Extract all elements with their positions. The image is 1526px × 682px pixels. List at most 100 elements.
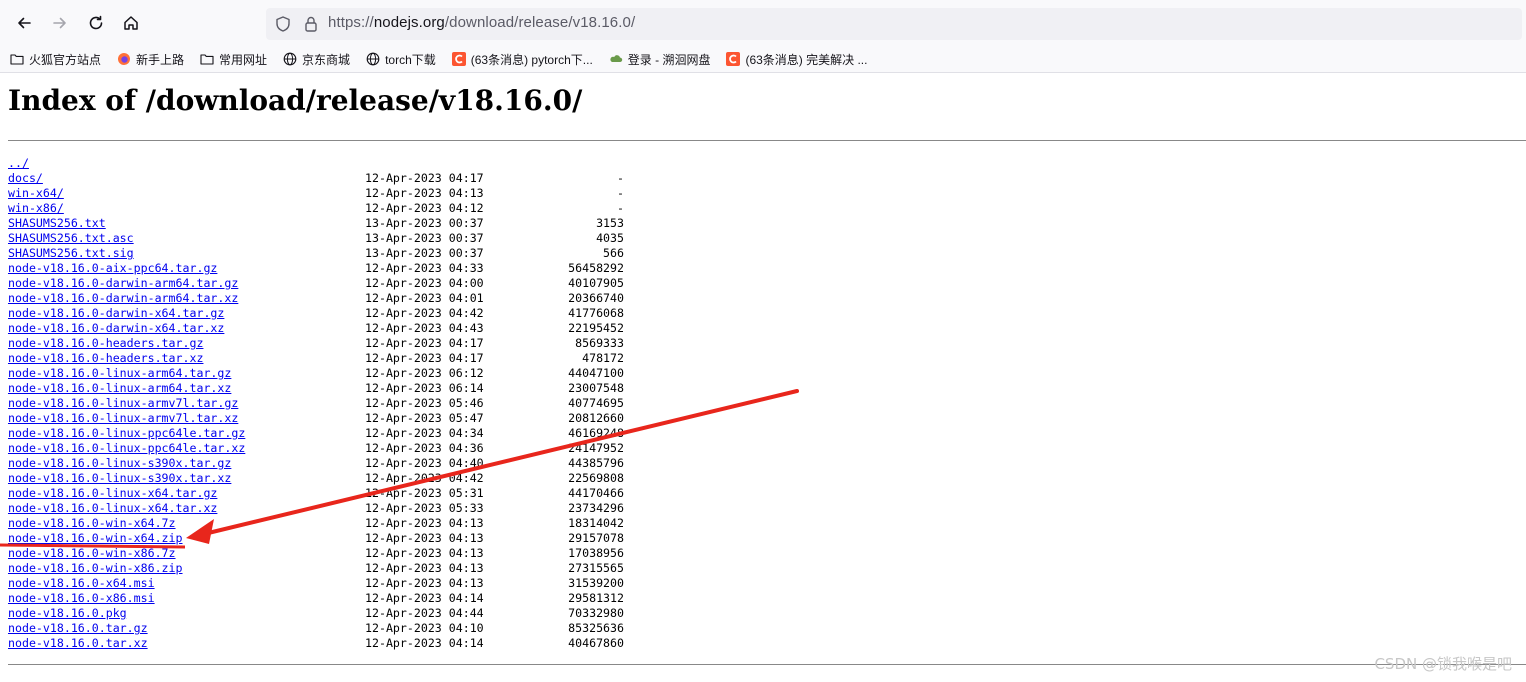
file-link[interactable]: docs/ <box>8 171 43 186</box>
bookmark-label: 火狐官方站点 <box>29 52 102 67</box>
file-link[interactable]: node-v18.16.0-darwin-x64.tar.xz <box>8 321 224 336</box>
file-size: 40107905 <box>568 276 624 290</box>
page-title: Index of /download/release/v18.16.0/ <box>8 84 583 117</box>
bookmark-item[interactable]: 京东商城 <box>273 48 356 70</box>
file-link[interactable]: node-v18.16.0-linux-s390x.tar.gz <box>8 456 231 471</box>
file-link[interactable]: SHASUMS256.txt <box>8 216 106 231</box>
file-link[interactable]: node-v18.16.0.pkg <box>8 606 127 621</box>
folder-icon <box>200 52 214 66</box>
file-size: 8569333 <box>575 336 624 350</box>
file-date: 12-Apr-2023 05:46 <box>365 396 484 410</box>
file-link[interactable]: node-v18.16.0-linux-arm64.tar.xz <box>8 381 231 396</box>
file-date: 12-Apr-2023 04:17 <box>365 171 484 185</box>
file-link[interactable]: node-v18.16.0-win-x86.zip <box>8 561 183 576</box>
file-link[interactable]: node-v18.16.0-linux-armv7l.tar.xz <box>8 411 238 426</box>
folder-icon <box>10 52 24 66</box>
csdn-icon <box>726 52 741 66</box>
shield-icon[interactable] <box>274 15 292 33</box>
file-date: 12-Apr-2023 04:10 <box>365 621 484 635</box>
file-date: 12-Apr-2023 04:40 <box>365 456 484 470</box>
file-size: 23007548 <box>568 381 624 395</box>
bookmark-item[interactable]: 火狐官方站点 <box>0 48 107 70</box>
file-link[interactable]: node-v18.16.0-win-x64.zip <box>8 531 183 546</box>
file-date: 12-Apr-2023 04:13 <box>365 561 484 575</box>
file-link[interactable]: node-v18.16.0-aix-ppc64.tar.gz <box>8 261 217 276</box>
file-link[interactable]: node-v18.16.0-x64.msi <box>8 576 155 591</box>
bookmark-label: 新手上路 <box>136 52 185 67</box>
file-date: 12-Apr-2023 04:12 <box>365 201 484 215</box>
bookmark-item[interactable]: torch下载 <box>356 48 442 70</box>
file-link[interactable]: win-x64/ <box>8 186 64 201</box>
file-size: 46169248 <box>568 426 624 440</box>
url-text[interactable]: https://nodejs.org/download/release/v18.… <box>328 14 635 31</box>
bookmark-label: torch下载 <box>385 52 436 67</box>
file-date: 12-Apr-2023 04:13 <box>365 576 484 590</box>
file-link[interactable]: SHASUMS256.txt.asc <box>8 231 134 246</box>
bookmark-label: 京东商城 <box>302 52 351 67</box>
home-button[interactable] <box>117 9 145 37</box>
file-size: 56458292 <box>568 261 624 275</box>
file-link[interactable]: node-v18.16.0-darwin-x64.tar.gz <box>8 306 224 321</box>
file-link[interactable]: node-v18.16.0.tar.gz <box>8 621 148 636</box>
arrow-right-icon <box>53 17 66 29</box>
file-link[interactable]: node-v18.16.0-linux-ppc64le.tar.gz <box>8 426 245 441</box>
file-link[interactable]: node-v18.16.0-linux-ppc64le.tar.xz <box>8 441 245 456</box>
file-date: 12-Apr-2023 05:31 <box>365 486 484 500</box>
file-link[interactable]: node-v18.16.0-linux-arm64.tar.gz <box>8 366 231 381</box>
file-size: 40467860 <box>568 636 624 650</box>
file-date: 12-Apr-2023 04:13 <box>365 516 484 530</box>
bookmark-item[interactable]: (63条消息) pytorch下... <box>442 48 599 70</box>
csdn-icon <box>451 52 466 66</box>
annotation-arrow-line <box>198 389 799 537</box>
file-link[interactable]: node-v18.16.0-win-x86.7z <box>8 546 176 561</box>
file-link[interactable]: node-v18.16.0-linux-x64.tar.xz <box>8 501 217 516</box>
file-date: 12-Apr-2023 04:13 <box>365 546 484 560</box>
file-size: 44170466 <box>568 486 624 500</box>
reload-button[interactable] <box>82 9 110 37</box>
file-link[interactable]: node-v18.16.0-linux-armv7l.tar.gz <box>8 396 238 411</box>
bookmarks-bar: 火狐官方站点 新手上路 常用网址 京东商城 torch下载 (63条消息) pytorch… <box>0 46 1526 73</box>
file-date: 12-Apr-2023 04:33 <box>365 261 484 275</box>
bookmark-item[interactable]: 登录 - 溯洄网盘 <box>599 48 717 70</box>
file-link[interactable]: node-v18.16.0-darwin-arm64.tar.gz <box>8 276 238 291</box>
forward-button[interactable] <box>46 9 74 37</box>
file-date: 12-Apr-2023 04:17 <box>365 351 484 365</box>
bookmark-label: 登录 - 溯洄网盘 <box>627 52 711 67</box>
divider-top <box>8 140 1526 141</box>
file-date: 12-Apr-2023 04:13 <box>365 531 484 545</box>
file-date: 12-Apr-2023 04:14 <box>365 636 484 650</box>
bookmark-item[interactable]: 常用网址 <box>190 48 273 70</box>
lock-icon[interactable] <box>302 15 320 33</box>
file-date: 12-Apr-2023 04:43 <box>365 321 484 335</box>
file-link[interactable]: node-v18.16.0.tar.xz <box>8 636 148 651</box>
file-link[interactable]: node-v18.16.0-headers.tar.gz <box>8 336 203 351</box>
file-date: 12-Apr-2023 04:00 <box>365 276 484 290</box>
file-link[interactable]: node-v18.16.0-linux-s390x.tar.xz <box>8 471 231 486</box>
file-link[interactable]: win-x86/ <box>8 201 64 216</box>
file-link[interactable]: SHASUMS256.txt.sig <box>8 246 134 261</box>
file-link[interactable]: node-v18.16.0-x86.msi <box>8 591 155 606</box>
address-bar[interactable]: https://nodejs.org/download/release/v18.… <box>266 8 1522 40</box>
file-size: 44047100 <box>568 366 624 380</box>
file-size: 31539200 <box>568 576 624 590</box>
file-date: 12-Apr-2023 06:14 <box>365 381 484 395</box>
file-link[interactable]: node-v18.16.0-headers.tar.xz <box>8 351 203 366</box>
file-date: 12-Apr-2023 06:12 <box>365 366 484 380</box>
file-size: 20812660 <box>568 411 624 425</box>
bookmark-item[interactable]: 新手上路 <box>107 48 190 70</box>
file-date: 12-Apr-2023 04:34 <box>365 426 484 440</box>
file-link[interactable]: node-v18.16.0-linux-x64.tar.gz <box>8 486 217 501</box>
file-size: 41776068 <box>568 306 624 320</box>
file-link[interactable]: ../ <box>8 156 29 171</box>
firefox-icon <box>117 52 131 66</box>
file-size: 22569808 <box>568 471 624 485</box>
file-link[interactable]: node-v18.16.0-win-x64.7z <box>8 516 176 531</box>
back-button[interactable] <box>10 9 38 37</box>
file-link[interactable]: node-v18.16.0-darwin-arm64.tar.xz <box>8 291 238 306</box>
cloud-icon <box>609 52 623 66</box>
bookmark-label: (63条消息) pytorch下... <box>470 52 593 67</box>
reload-icon <box>89 15 103 30</box>
bookmark-item[interactable]: (63条消息) 完美解决 ... <box>716 48 873 70</box>
file-size: 23734296 <box>568 501 624 515</box>
file-date: 12-Apr-2023 04:17 <box>365 336 484 350</box>
